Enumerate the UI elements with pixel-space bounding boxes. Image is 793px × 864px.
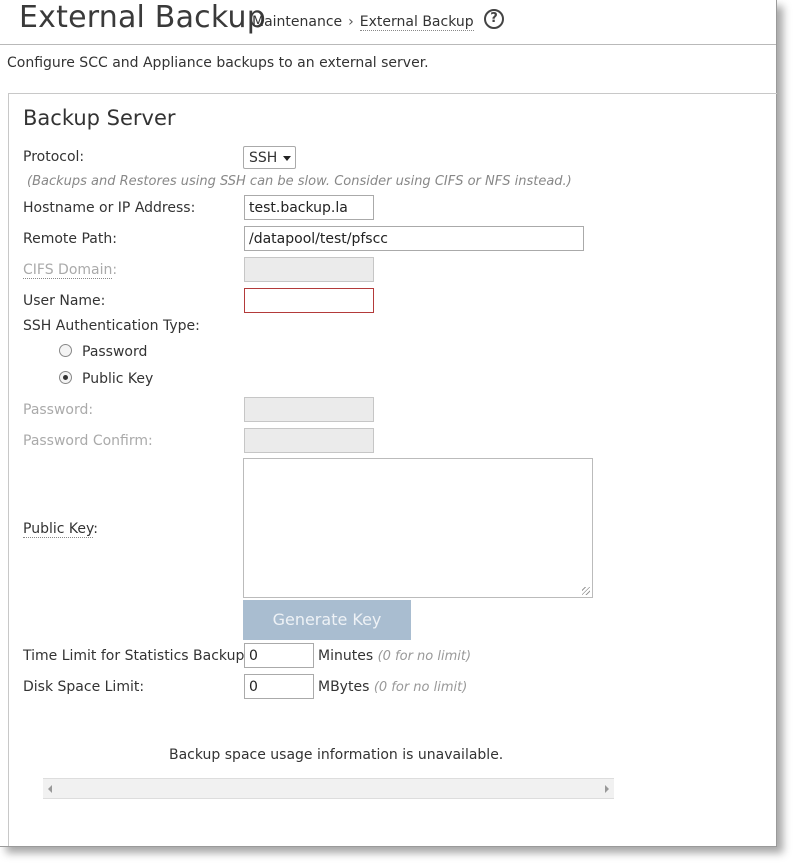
time-limit-note: (0 for no limit) (377, 649, 472, 664)
horizontal-scrollbar[interactable] (43, 778, 614, 799)
remote-path-input[interactable] (244, 226, 584, 251)
radio-password-label: Password (82, 344, 148, 360)
page-title: External Backup (19, 0, 266, 35)
protocol-select-value: SSH (249, 150, 278, 166)
scroll-right-icon[interactable] (605, 785, 609, 793)
chevron-down-icon (283, 156, 291, 161)
radio-public-key-label: Public Key (82, 371, 154, 387)
user-name-input[interactable] (244, 288, 374, 313)
public-key-colon: : (93, 521, 98, 537)
radio-option-password[interactable]: Password (59, 344, 147, 360)
time-limit-unit: Minutes (0 for no limit) (318, 648, 471, 664)
disk-space-label: Disk Space Limit: (23, 679, 145, 695)
password-input (244, 397, 374, 422)
hostname-label: Hostname or IP Address: (23, 200, 196, 216)
disk-space-unit-text: MBytes (318, 679, 370, 695)
section-title: Backup Server (23, 106, 176, 130)
breadcrumb-maintenance[interactable]: Maintenance (252, 14, 342, 30)
radio-password[interactable] (59, 344, 72, 357)
hostname-input[interactable] (244, 195, 374, 220)
ssh-auth-label: SSH Authentication Type: (23, 318, 200, 334)
public-key-label: Public Key: (23, 521, 98, 538)
usage-message: Backup space usage information is unavai… (169, 747, 504, 763)
breadcrumb-separator: › (348, 14, 354, 30)
password-label: Password: (23, 402, 94, 418)
public-key-textarea[interactable] (243, 458, 593, 598)
radio-option-public-key[interactable]: Public Key (59, 371, 153, 387)
time-limit-input[interactable] (244, 643, 314, 668)
cifs-domain-colon: : (112, 262, 118, 278)
breadcrumb: Maintenance › External Backup (252, 14, 474, 31)
page-header: External Backup Maintenance › External Bac… (0, 0, 776, 45)
public-key-label-text: Public Key (23, 521, 94, 538)
help-icon[interactable]: ? (484, 9, 504, 29)
disk-space-input[interactable] (244, 674, 314, 699)
scroll-left-icon[interactable] (48, 785, 52, 793)
protocol-select[interactable]: SSH (243, 146, 296, 169)
disk-space-note: (0 for no limit) (373, 680, 468, 695)
window-frame: External Backup Maintenance › External Bac… (0, 0, 777, 847)
resize-grip-icon[interactable] (582, 587, 590, 595)
page-description: Configure SCC and Appliance backups to a… (7, 55, 429, 71)
protocol-label: Protocol: (23, 149, 85, 165)
cifs-domain-label-text: CIFS Domain (23, 262, 113, 279)
generate-key-button[interactable]: Generate Key (243, 600, 411, 640)
remote-path-label: Remote Path: (23, 231, 117, 247)
protocol-hint: (Backups and Restores using SSH can be s… (27, 174, 572, 189)
user-name-label: User Name: (23, 293, 106, 309)
password-confirm-label: Password Confirm: (23, 433, 153, 449)
radio-public-key[interactable] (59, 371, 72, 384)
cifs-domain-label: CIFS Domain: (23, 262, 118, 279)
breadcrumb-current: External Backup (359, 14, 474, 31)
time-limit-unit-text: Minutes (318, 648, 374, 664)
time-limit-label: Time Limit for Statistics Backup: (23, 648, 250, 664)
password-confirm-input (244, 428, 374, 453)
cifs-domain-input (244, 257, 374, 282)
disk-space-unit: MBytes (0 for no limit) (318, 679, 467, 695)
